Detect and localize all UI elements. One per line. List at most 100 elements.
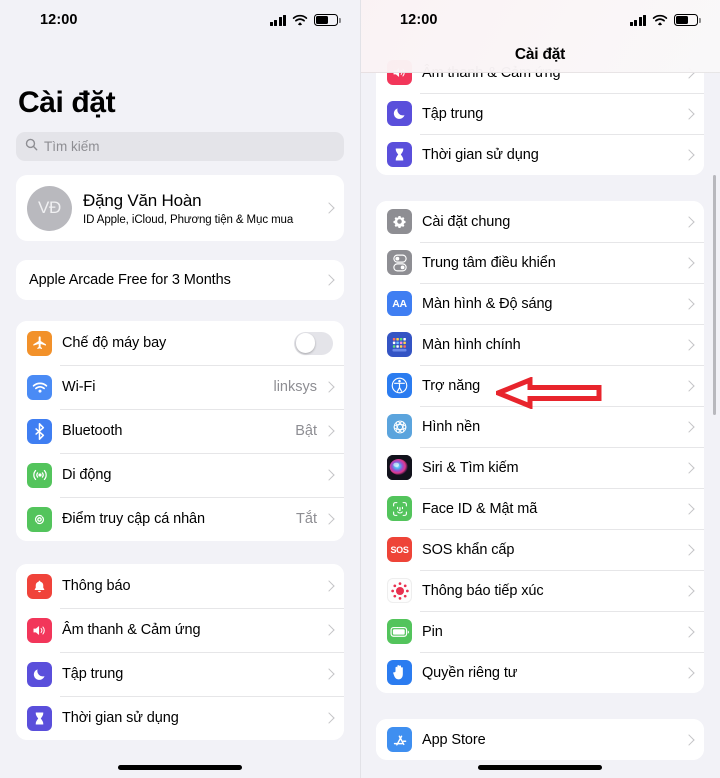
settings-row-label: Quyền riêng tư: [422, 664, 518, 681]
chevron-right-icon: [323, 624, 335, 636]
hourglass-icon: [387, 142, 412, 167]
cellular-signal-icon: [269, 14, 286, 26]
profile-subtitle: ID Apple, iCloud, Phương tiện & Mục mua: [83, 213, 294, 226]
settings-row-label: Thông báo tiếp xúc: [422, 582, 544, 599]
status-bar-left: 12:00: [0, 0, 360, 40]
settings-row-label: Chế độ máy bay: [62, 335, 167, 351]
settings-row-screen-time[interactable]: Thời gian sử dụng: [376, 134, 704, 175]
settings-row-siri-search[interactable]: Siri & Tìm kiếm: [376, 447, 704, 488]
settings-row-sounds[interactable]: Âm thanh & Cảm ứng: [16, 608, 344, 652]
left-phone-panel: 12:00 Cài đặt Tìm kiếm VĐ Đặng Văn Hoàn …: [0, 0, 360, 778]
status-time: 12:00: [40, 12, 78, 28]
settings-row-label: Thời gian sử dụng: [422, 146, 539, 163]
settings-row-notifications[interactable]: Thông báo: [16, 564, 344, 608]
chevron-right-icon: [323, 425, 335, 437]
siri-icon: [387, 455, 412, 480]
settings-row-app-store[interactable]: App Store: [376, 719, 704, 760]
moon-icon: [27, 661, 52, 687]
chevron-right-icon: [683, 338, 695, 351]
settings-row-home-screen[interactable]: Màn hình chính: [376, 324, 704, 365]
settings-row-label: Âm thanh & Cảm ứng: [62, 622, 201, 638]
display-brightness-icon: AA: [387, 291, 412, 316]
settings-row-bluetooth[interactable]: Bluetooth Bật: [16, 409, 344, 453]
status-bar-right: 12:00: [360, 0, 720, 40]
nav-title: Cài đặt: [514, 46, 566, 63]
chevron-right-icon: [323, 469, 335, 481]
chevron-right-icon: [323, 274, 335, 286]
settings-row-label: Màn hình & Độ sáng: [422, 295, 553, 312]
wallpaper-icon: [387, 414, 412, 439]
settings-row-wifi[interactable]: Wi-Fi linksys: [16, 365, 344, 409]
battery-icon: [387, 619, 412, 644]
home-screen-icon: [387, 332, 412, 357]
chevron-right-icon: [323, 668, 335, 680]
cellular-signal-icon: [629, 14, 646, 26]
settings-row-exposure-notifications[interactable]: Thông báo tiếp xúc: [376, 570, 704, 611]
system-group: Cài đặt chung Trung tâm điều khiển AA Mà…: [376, 201, 704, 693]
bell-icon: [27, 573, 52, 599]
settings-row-control-center[interactable]: Trung tâm điều khiển: [376, 242, 704, 283]
settings-row-label: Trung tâm điều khiển: [422, 254, 556, 271]
app-store-icon: [387, 727, 412, 752]
arcade-promo-group: Apple Arcade Free for 3 Months: [16, 260, 344, 300]
search-placeholder: Tìm kiếm: [44, 139, 100, 154]
hourglass-icon: [27, 705, 52, 731]
gear-icon: [387, 209, 412, 234]
chevron-right-icon: [323, 580, 335, 592]
settings-row-focus[interactable]: Tập trung: [16, 652, 344, 696]
vertical-scrollbar[interactable]: [713, 175, 716, 415]
settings-row-label: Face ID & Mật mã: [422, 500, 538, 517]
settings-row-label: Cài đặt chung: [422, 213, 511, 230]
accessibility-icon: [387, 373, 412, 398]
chevron-right-icon: [683, 625, 695, 638]
settings-row-screen-time[interactable]: Thời gian sử dụng: [16, 696, 344, 740]
apple-id-group: VĐ Đặng Văn Hoàn ID Apple, iCloud, Phươn…: [16, 175, 344, 241]
apple-id-row[interactable]: VĐ Đặng Văn Hoàn ID Apple, iCloud, Phươn…: [16, 175, 344, 241]
profile-name: Đặng Văn Hoàn: [83, 190, 202, 210]
chevron-right-icon: [683, 148, 695, 161]
settings-row-label: Điểm truy cập cá nhân: [62, 511, 205, 527]
dual-phone-screenshot: 12:00 Cài đặt Tìm kiếm VĐ Đặng Văn Hoàn …: [0, 0, 720, 778]
settings-row-cellular[interactable]: Di động: [16, 453, 344, 497]
chevron-right-icon: [683, 733, 695, 746]
settings-row-emergency-sos[interactable]: SOS SOS khẩn cấp: [376, 529, 704, 570]
faceid-icon: [387, 496, 412, 521]
airplane-mode-toggle[interactable]: [294, 331, 333, 355]
bluetooth-icon: [27, 418, 52, 444]
settings-row-label: Màn hình chính: [422, 336, 521, 353]
chevron-right-icon: [323, 381, 335, 393]
chevron-right-icon: [683, 584, 695, 597]
connectivity-group: Chế độ máy bay Wi-Fi linksys Bluetooth B…: [16, 321, 344, 541]
settings-row-label: Wi-Fi: [62, 379, 96, 395]
settings-row-label: Siri & Tìm kiếm: [422, 459, 519, 476]
battery-icon: [674, 14, 701, 26]
settings-row-focus[interactable]: Tập trung: [376, 93, 704, 134]
settings-row-label: Hình nền: [422, 418, 481, 435]
chevron-right-icon: [323, 513, 335, 525]
avatar: VĐ: [27, 185, 72, 231]
search-input[interactable]: Tìm kiếm: [16, 132, 344, 161]
store-group: App Store: [376, 719, 704, 760]
chevron-right-icon: [683, 215, 695, 228]
battery-icon: [314, 14, 341, 26]
chevron-right-icon: [683, 379, 695, 392]
settings-row-privacy[interactable]: Quyền riêng tư: [376, 652, 704, 693]
settings-row-general[interactable]: Cài đặt chung: [376, 201, 704, 242]
panel-divider: [360, 0, 361, 778]
settings-row-display-brightness[interactable]: AA Màn hình & Độ sáng: [376, 283, 704, 324]
chevron-right-icon: [683, 256, 695, 269]
settings-row-label: Pin: [422, 623, 443, 640]
settings-row-faceid-passcode[interactable]: Face ID & Mật mã: [376, 488, 704, 529]
sos-icon: SOS: [387, 537, 412, 562]
arcade-promo-row[interactable]: Apple Arcade Free for 3 Months: [16, 260, 344, 300]
navigation-bar: 12:00 Cài đặt: [360, 0, 720, 73]
settings-row-hotspot[interactable]: Điểm truy cập cá nhân Tắt: [16, 497, 344, 541]
chevron-right-icon: [683, 107, 695, 120]
settings-row-battery[interactable]: Pin: [376, 611, 704, 652]
wifi-icon: [292, 14, 308, 26]
hotspot-icon: [27, 506, 52, 532]
privacy-hand-icon: [387, 660, 412, 685]
settings-row-label: Bluetooth: [62, 423, 123, 439]
settings-row-airplane-mode[interactable]: Chế độ máy bay: [16, 321, 344, 365]
chevron-right-icon: [683, 666, 695, 679]
